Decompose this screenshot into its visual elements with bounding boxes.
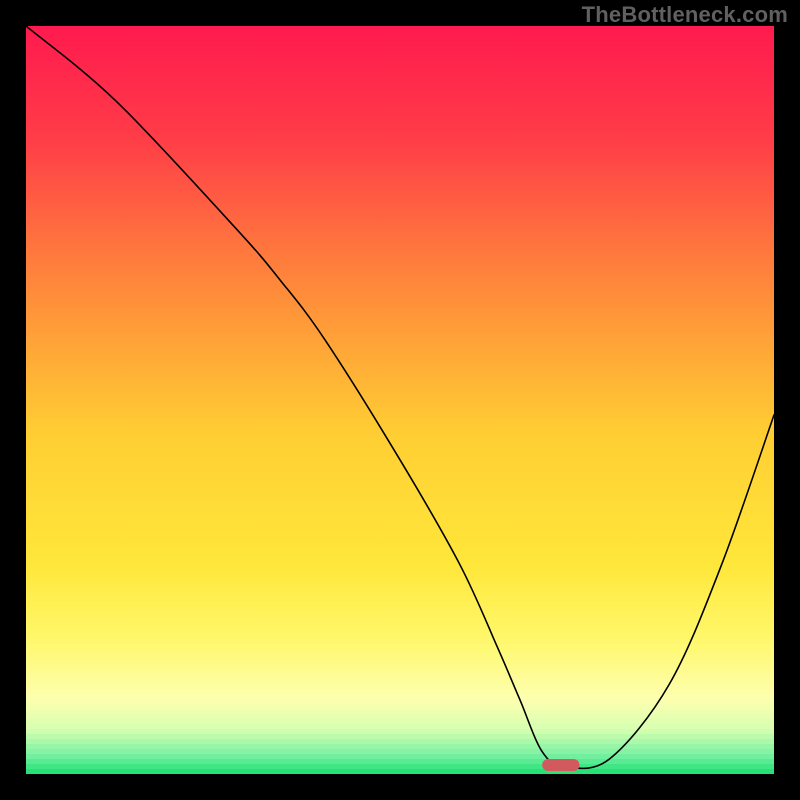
watermark-text: TheBottleneck.com — [582, 2, 788, 28]
bottleneck-chart: TheBottleneck.com — [0, 0, 800, 800]
bottleneck-curve — [26, 26, 774, 768]
minimum-marker — [542, 759, 579, 771]
plot-overlay — [26, 26, 774, 774]
plot-area — [26, 26, 774, 774]
